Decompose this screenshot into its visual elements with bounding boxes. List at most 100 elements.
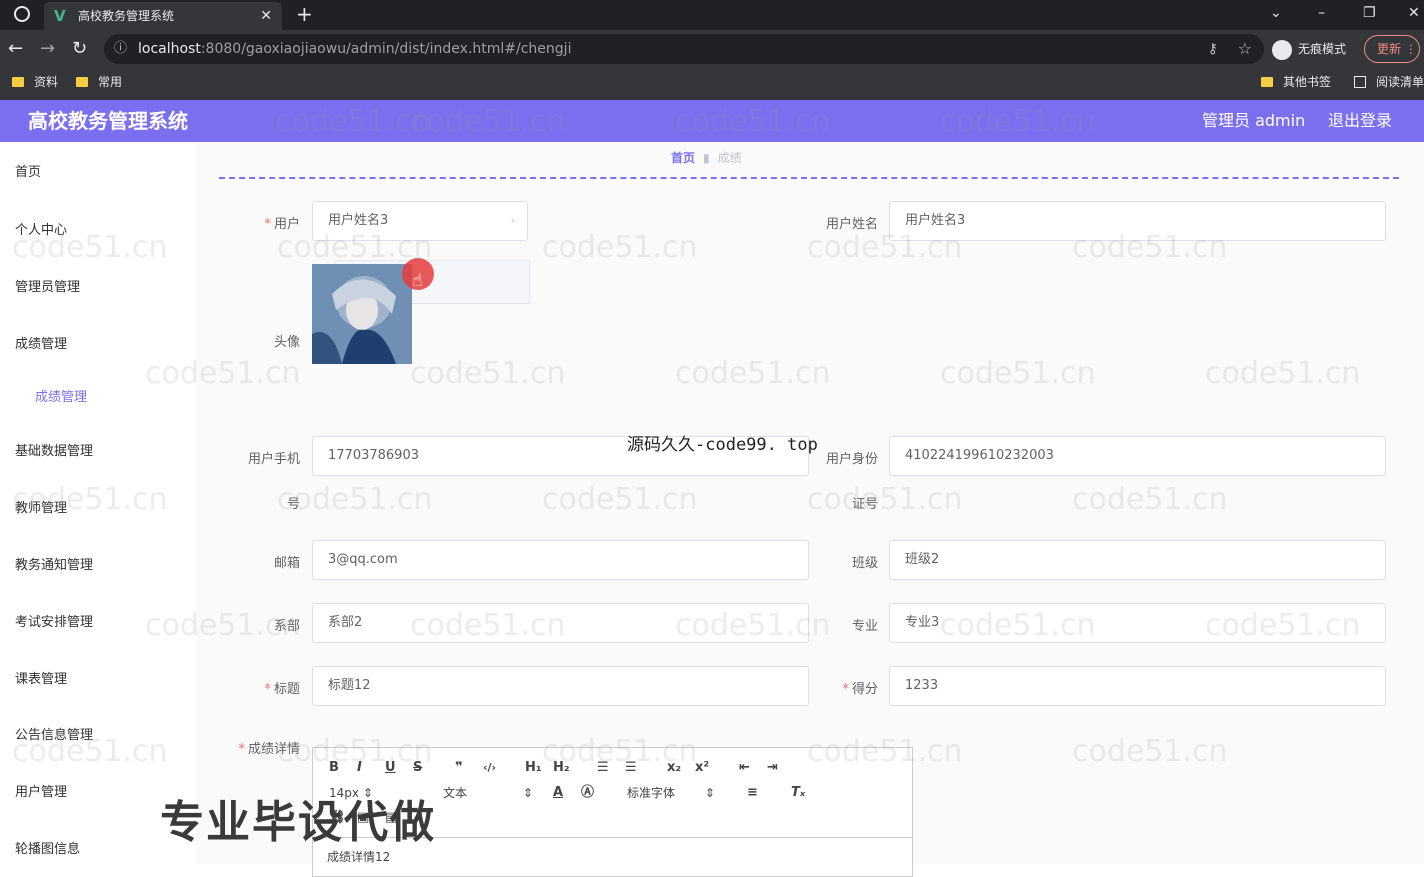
url-path: :8080/gaoxiaojiaowu/admin/dist/index.htm… xyxy=(200,41,572,57)
score-field[interactable]: 1233 xyxy=(889,666,1386,706)
font-picker[interactable]: 标准字体 ⇕ xyxy=(627,783,715,803)
sidebar-item-scores[interactable]: 成绩管理 xyxy=(15,333,67,352)
code-block-icon[interactable]: ‹/› xyxy=(483,758,496,778)
picker-arrows-icon: ⇕ xyxy=(522,786,533,800)
update-button[interactable]: 更新 ⋮ xyxy=(1364,35,1420,63)
blockquote-icon[interactable]: ❞ xyxy=(455,758,463,778)
score-value: 1233 xyxy=(905,678,939,693)
sidebar-item-notices[interactable]: 教务通知管理 xyxy=(15,554,93,573)
align-icon[interactable]: ≡ xyxy=(747,783,758,803)
url-host: localhost xyxy=(138,41,201,57)
email-field[interactable]: 3@qq.com xyxy=(312,540,809,580)
phone-value: 17703786903 xyxy=(328,448,419,463)
incognito-indicator[interactable]: 无痕模式 xyxy=(1272,34,1346,64)
watermark-text: code51.cn xyxy=(1072,230,1228,265)
forward-icon[interactable]: → xyxy=(40,30,55,68)
indent-right-icon[interactable]: ⇥ xyxy=(767,758,778,778)
vue-logo-icon: V xyxy=(54,7,66,25)
incognito-label: 无痕模式 xyxy=(1298,42,1347,56)
incognito-avatar-icon xyxy=(1272,39,1292,60)
clear-format-icon[interactable]: Tₓ xyxy=(791,783,805,803)
hand-cursor-icon: ☝ xyxy=(412,270,423,291)
browser-menu-icon[interactable] xyxy=(14,6,30,22)
email-value: 3@qq.com xyxy=(328,552,398,567)
score-label: * 得分 xyxy=(824,678,878,697)
overlay-watermark-top: 源码久久-code99. top xyxy=(627,435,818,455)
restore-icon[interactable]: ❐ xyxy=(1363,0,1376,26)
text-color-icon[interactable]: A xyxy=(553,783,563,803)
required-mark: * xyxy=(842,682,849,697)
browser-tab-bar: V 高校教务管理系统 ✕ + ⌄ – ❐ ✕ xyxy=(0,0,1424,30)
watermark-text: code51.cn xyxy=(675,104,831,139)
watermark-text: code51.cn xyxy=(1205,608,1361,643)
bookmark-folder-ziliao[interactable]: 资料 xyxy=(12,68,58,96)
watermark-text: code51.cn xyxy=(807,482,963,517)
bookmark-label: 资料 xyxy=(34,75,59,89)
background-color-icon[interactable]: Ⓐ xyxy=(581,783,594,803)
required-mark: * xyxy=(264,217,271,232)
bookmark-star-icon[interactable]: ☆ xyxy=(1238,34,1252,64)
watermark-text: code51.cn xyxy=(675,356,831,391)
class-label: 班级 xyxy=(851,556,878,571)
major-value: 专业3 xyxy=(905,615,940,630)
reading-list[interactable]: 阅读清单 xyxy=(1354,68,1424,96)
department-value: 系部2 xyxy=(328,615,363,630)
watermark-text: code51.cn xyxy=(807,734,963,769)
paragraph-picker[interactable]: 文本 ⇕ xyxy=(443,783,533,803)
back-icon[interactable]: ← xyxy=(8,30,23,68)
watermark-text: code51.cn xyxy=(12,734,168,769)
minimize-icon[interactable]: – xyxy=(1318,0,1325,26)
font-picker-value: 标准字体 xyxy=(627,786,676,800)
sidebar-item-users[interactable]: 用户管理 xyxy=(15,781,67,800)
folder-icon xyxy=(12,77,24,87)
username-value: 用户姓名3 xyxy=(905,213,966,228)
reload-icon[interactable]: ↻ xyxy=(72,30,87,68)
tab-search-icon[interactable]: ⌄ xyxy=(1270,0,1282,26)
sidebar-item-timetable[interactable]: 课表管理 xyxy=(15,668,67,687)
editor-content: 成绩详情12 xyxy=(327,850,391,864)
reading-list-label: 阅读清单 xyxy=(1376,75,1424,89)
avatar-label: 头像 xyxy=(273,335,300,350)
sidebar-item-carousel[interactable]: 轮播图信息 xyxy=(15,838,80,857)
url-field[interactable]: ⓘ localhost:8080/gaoxiaojiaowu/admin/dis… xyxy=(104,34,1264,64)
browser-tab[interactable]: V 高校教务管理系统 ✕ xyxy=(44,2,282,30)
watermark-text: code51.cn xyxy=(675,608,831,643)
window-close-icon[interactable]: ✕ xyxy=(1408,0,1420,26)
new-tab-icon[interactable]: + xyxy=(296,0,313,28)
sidebar-item-basic-data[interactable]: 基础数据管理 xyxy=(15,440,93,459)
title-field[interactable]: 标题12 xyxy=(312,666,809,706)
avatar-image[interactable] xyxy=(312,264,412,364)
indent-left-icon[interactable]: ⇤ xyxy=(739,758,750,778)
tab-close-icon[interactable]: ✕ xyxy=(260,2,272,30)
breadcrumb-home[interactable]: 首页 xyxy=(671,151,695,165)
sidebar-item-admin[interactable]: 管理员管理 xyxy=(15,276,80,295)
bookmark-folder-other[interactable]: 其他书签 xyxy=(1261,68,1331,96)
tab-title: 高校教务管理系统 xyxy=(78,9,175,23)
class-field[interactable]: 班级2 xyxy=(889,540,1386,580)
header1-icon[interactable]: H₁ xyxy=(525,758,542,778)
picker-arrows-icon: ⇕ xyxy=(704,786,715,800)
sidebar-subitem-scores[interactable]: 成绩管理 xyxy=(35,386,87,405)
url-text: localhost:8080/gaoxiaojiaowu/admin/dist/… xyxy=(138,34,571,64)
watermark-text: code51.cn xyxy=(940,104,1096,139)
watermark-text: code51.cn xyxy=(275,104,431,139)
logout-button[interactable]: 退出登录 xyxy=(1328,100,1392,142)
title-label: * 标题 xyxy=(246,678,300,697)
major-label: 专业 xyxy=(851,619,878,634)
sidebar-item-exams[interactable]: 考试安排管理 xyxy=(15,611,93,630)
email-label: 邮箱 xyxy=(273,556,300,571)
class-value: 班级2 xyxy=(905,552,940,567)
password-key-icon[interactable]: ⚷ xyxy=(1208,34,1218,64)
breadcrumb-divider xyxy=(219,177,1399,179)
sidebar-item-home[interactable]: 首页 xyxy=(15,161,41,180)
id-number-field[interactable]: 410224199610232003 xyxy=(889,436,1386,476)
watermark-text: code51.cn xyxy=(277,482,433,517)
watermark-text: code51.cn xyxy=(410,104,566,139)
watermark-text: code51.cn xyxy=(410,608,566,643)
bookmarks-bar: 资料 常用 其他书签 阅读清单 xyxy=(0,68,1424,100)
site-info-icon[interactable]: ⓘ xyxy=(114,34,127,64)
watermark-text: code51.cn xyxy=(12,230,168,265)
folder-icon xyxy=(1261,77,1273,87)
bookmark-folder-changyong[interactable]: 常用 xyxy=(76,68,122,96)
breadcrumb-separator-icon: ▮ xyxy=(703,151,710,165)
